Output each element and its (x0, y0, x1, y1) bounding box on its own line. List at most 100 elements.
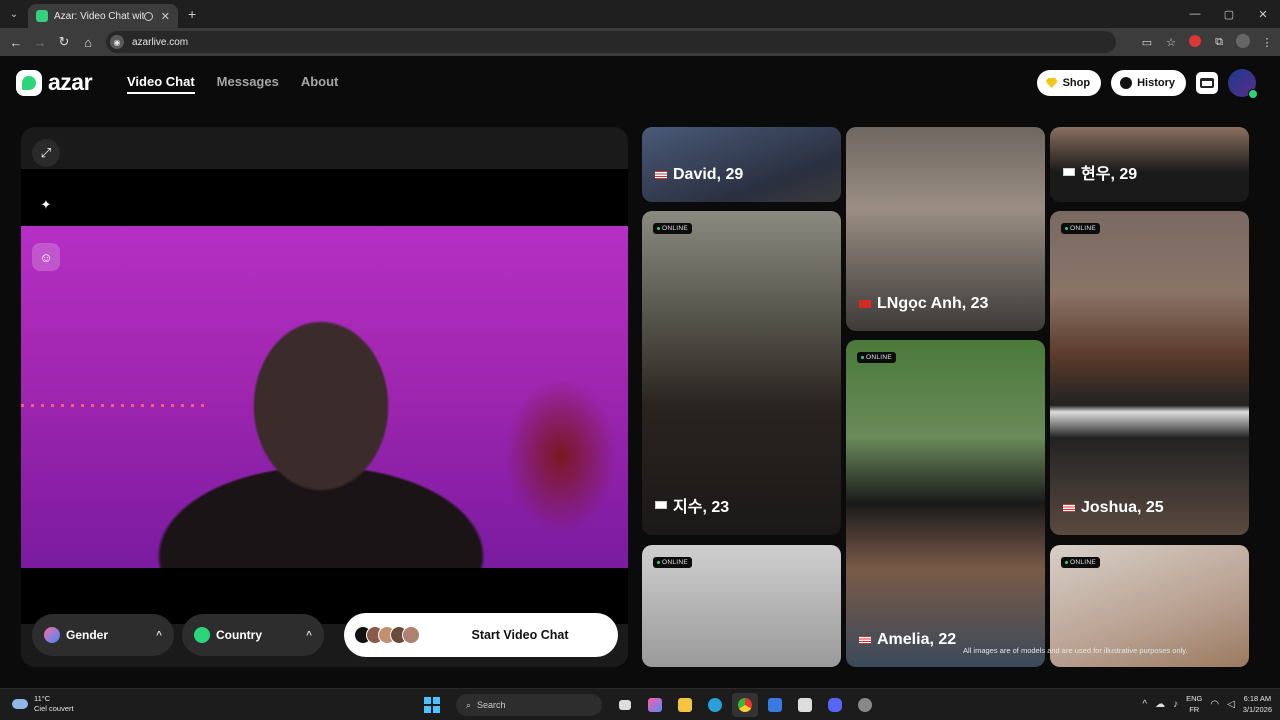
site-info-icon[interactable]: ◉ (110, 35, 124, 49)
cast-icon[interactable]: ▭ (1140, 36, 1154, 49)
globe-icon (194, 627, 210, 643)
nav-video-chat[interactable]: Video Chat (127, 74, 195, 94)
gender-filter-button[interactable]: Gender ^ (32, 614, 174, 656)
profile-card-unnamed-1[interactable]: ONLINE (642, 545, 841, 667)
start-video-chat-label: Start Video Chat (471, 628, 569, 642)
video-chat-panel: ⤢ ✦ ☺ Gender ^ Country ^ Start Video Cha… (21, 127, 628, 667)
flag-kr-icon (655, 501, 667, 509)
flag-us-icon (1063, 504, 1075, 512)
magic-wand-icon[interactable]: ✦ (32, 191, 60, 219)
online-badge: ONLINE (653, 557, 693, 568)
avatar-status-badge (1248, 89, 1258, 99)
start-video-chat-button[interactable]: Start Video Chat (344, 613, 618, 657)
profile-card-ngoc-anh[interactable]: LNgọc Anh, 23 (846, 127, 1045, 331)
mail-icon[interactable] (762, 693, 788, 717)
flag-us-icon (859, 636, 871, 644)
onedrive-icon[interactable]: ☁ (1155, 699, 1165, 710)
app-settings-icon[interactable] (852, 693, 878, 717)
taskbar-search[interactable]: ⌕ Search (456, 694, 602, 716)
flag-us-icon (655, 171, 667, 179)
nav-messages[interactable]: Messages (217, 74, 279, 94)
chrome-icon[interactable] (732, 693, 758, 717)
minimize-button[interactable]: — (1178, 8, 1212, 20)
azar-logo[interactable]: azar (16, 69, 93, 96)
azar-favicon-icon (36, 10, 48, 22)
new-tab-button[interactable]: + (188, 6, 196, 22)
flag-vn-icon (859, 300, 871, 308)
search-icon: ⌕ (466, 699, 472, 710)
logo-text: azar (48, 69, 93, 95)
expand-icon[interactable]: ⤢ (32, 139, 60, 167)
profiles-grid: David, 29 LNgọc Anh, 23 현우, 29 ONLINE 지수… (642, 127, 1249, 667)
online-badge: ONLINE (653, 223, 693, 234)
profile-name: 현우, 29 (1063, 160, 1137, 184)
history-button[interactable]: History (1111, 70, 1186, 96)
close-window-button[interactable]: ✕ (1246, 8, 1280, 21)
store-icon[interactable] (792, 693, 818, 717)
microphone-icon[interactable]: ♪ (1173, 699, 1178, 710)
country-label: Country (216, 628, 262, 642)
online-badge: ONLINE (1061, 223, 1101, 234)
profile-icon[interactable] (1236, 33, 1250, 51)
shop-label: Shop (1062, 77, 1091, 89)
widgets-icon[interactable] (642, 693, 668, 717)
volume-icon[interactable]: ◁ (1227, 699, 1235, 710)
tab-title: Azar: Video Chat with New (54, 10, 144, 22)
wifi-icon[interactable]: ◠ (1210, 699, 1219, 710)
profile-card-amelia[interactable]: ONLINE Amelia, 22 (846, 340, 1045, 667)
profile-card-jisu[interactable]: ONLINE 지수, 23 (642, 211, 841, 535)
task-view-icon[interactable] (612, 693, 638, 717)
tray-chevron-icon[interactable]: ^ (1142, 699, 1147, 710)
bookmark-star-icon[interactable]: ☆ (1164, 36, 1178, 49)
user-avatar[interactable] (1228, 69, 1258, 99)
face-filter-icon[interactable]: ☺ (32, 243, 60, 271)
profile-name: Joshua, 25 (1063, 499, 1164, 517)
online-badge: ONLINE (1061, 557, 1101, 568)
cloud-icon (12, 699, 28, 709)
window-controls: — ▢ ✕ (1178, 0, 1280, 28)
browser-menu-icon[interactable]: ⋮ (1260, 36, 1274, 49)
face-avatar (402, 626, 420, 644)
profile-card-david[interactable]: David, 29 (642, 127, 841, 202)
flag-kr-icon (1063, 168, 1075, 176)
clock-icon (1120, 77, 1133, 89)
weather-temp: 11°C (34, 694, 51, 703)
reload-icon[interactable]: ↻ (52, 34, 76, 50)
gem-icon (1045, 78, 1058, 88)
windows-start-icon[interactable] (424, 697, 440, 713)
profile-card-hyunwoo[interactable]: 현우, 29 (1050, 127, 1249, 202)
clock[interactable]: 6:18 AM 3/1/2026 (1243, 693, 1272, 715)
profile-name: David, 29 (655, 166, 743, 184)
close-tab-icon[interactable]: ✕ (161, 10, 170, 23)
discord-icon[interactable] (822, 693, 848, 717)
profile-card-joshua[interactable]: ONLINE Joshua, 25 (1050, 211, 1249, 535)
language-indicator[interactable]: ENG FR (1186, 693, 1202, 715)
main-nav: Video Chat Messages About (127, 74, 338, 94)
weather-widget[interactable]: 11°C Ciel couvert (12, 694, 74, 714)
extension-red-icon[interactable] (1188, 34, 1202, 50)
edge-icon[interactable] (702, 693, 728, 717)
home-icon[interactable]: ⌂ (76, 35, 100, 50)
tab-search-chevron-icon[interactable]: ⌄ (4, 4, 24, 24)
url-text: azarlive.com (132, 36, 189, 48)
browser-tab-bar: ⌄ Azar: Video Chat with New ✕ + — ▢ ✕ (0, 0, 1280, 28)
inbox-box-button[interactable] (1196, 72, 1218, 94)
maximize-button[interactable]: ▢ (1212, 8, 1246, 21)
file-explorer-icon[interactable] (672, 693, 698, 717)
weather-text: 11°C Ciel couvert (34, 694, 74, 714)
browser-toolbar: ▭ ☆ ⧉ ⋮ (1140, 28, 1274, 56)
url-field[interactable]: ◉ azarlive.com (106, 31, 1116, 53)
search-label: Search (477, 700, 506, 710)
taskbar-apps: ⌕ Search (424, 693, 878, 717)
forward-icon[interactable]: → (28, 35, 52, 50)
country-filter-button[interactable]: Country ^ (182, 614, 324, 656)
extensions-puzzle-icon[interactable]: ⧉ (1212, 36, 1226, 49)
box-icon (1200, 78, 1214, 88)
address-bar-row: ← → ↻ ⌂ ◉ azarlive.com ▭ ☆ ⧉ ⋮ (0, 28, 1280, 56)
browser-tab[interactable]: Azar: Video Chat with New ✕ (28, 4, 178, 28)
shop-button[interactable]: Shop (1036, 70, 1102, 96)
nav-about[interactable]: About (301, 74, 339, 94)
back-icon[interactable]: ← (4, 35, 28, 50)
chevron-up-icon: ^ (156, 629, 162, 641)
led-strip-decoration (21, 404, 211, 407)
